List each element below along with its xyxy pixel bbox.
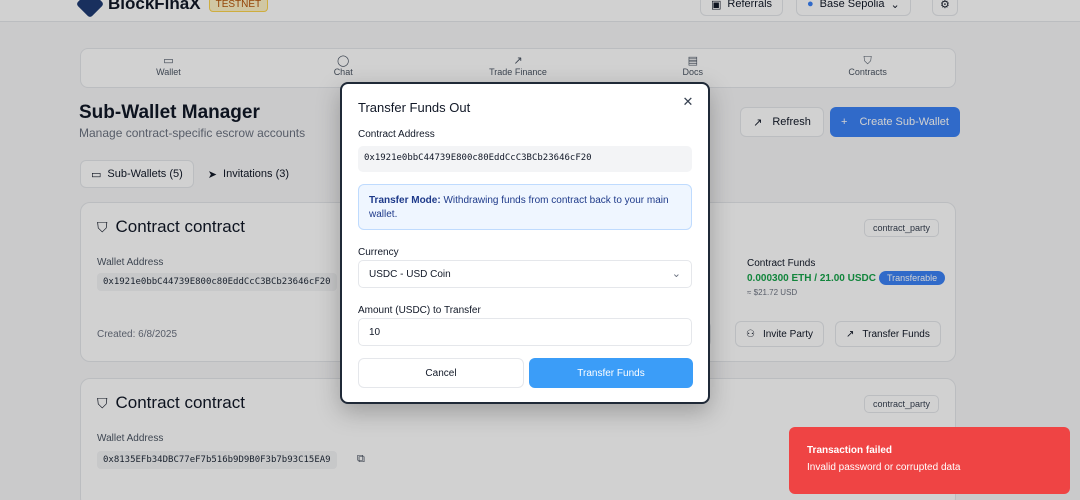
- contract-address-field: 0x1921e0bbC44739E800c80EddCcC3BCb23646cF…: [358, 146, 692, 172]
- toast-title: Transaction failed: [807, 445, 893, 456]
- info-bold: Transfer Mode:: [369, 195, 441, 206]
- close-icon[interactable]: ✕: [680, 94, 696, 110]
- error-toast[interactable]: Transaction failed Invalid password or c…: [789, 427, 1070, 494]
- transfer-mode-info: Transfer Mode: Withdrawing funds from co…: [358, 184, 692, 230]
- currency-label: Currency: [358, 247, 399, 258]
- currency-value: USDC - USD Coin: [369, 269, 451, 280]
- transfer-funds-dialog: Transfer Funds Out ✕ Contract Address 0x…: [340, 82, 710, 404]
- amount-input[interactable]: [358, 318, 692, 346]
- chevron-down-icon: ⌄: [671, 268, 681, 280]
- contract-address-label: Contract Address: [358, 129, 435, 140]
- transfer-funds-submit-button[interactable]: Transfer Funds: [529, 358, 693, 388]
- amount-label: Amount (USDC) to Transfer: [358, 305, 481, 316]
- toast-message: Invalid password or corrupted data: [807, 462, 961, 473]
- cancel-button[interactable]: Cancel: [358, 358, 524, 388]
- dialog-title: Transfer Funds Out: [358, 100, 471, 115]
- currency-select[interactable]: USDC - USD Coin ⌄: [358, 260, 692, 288]
